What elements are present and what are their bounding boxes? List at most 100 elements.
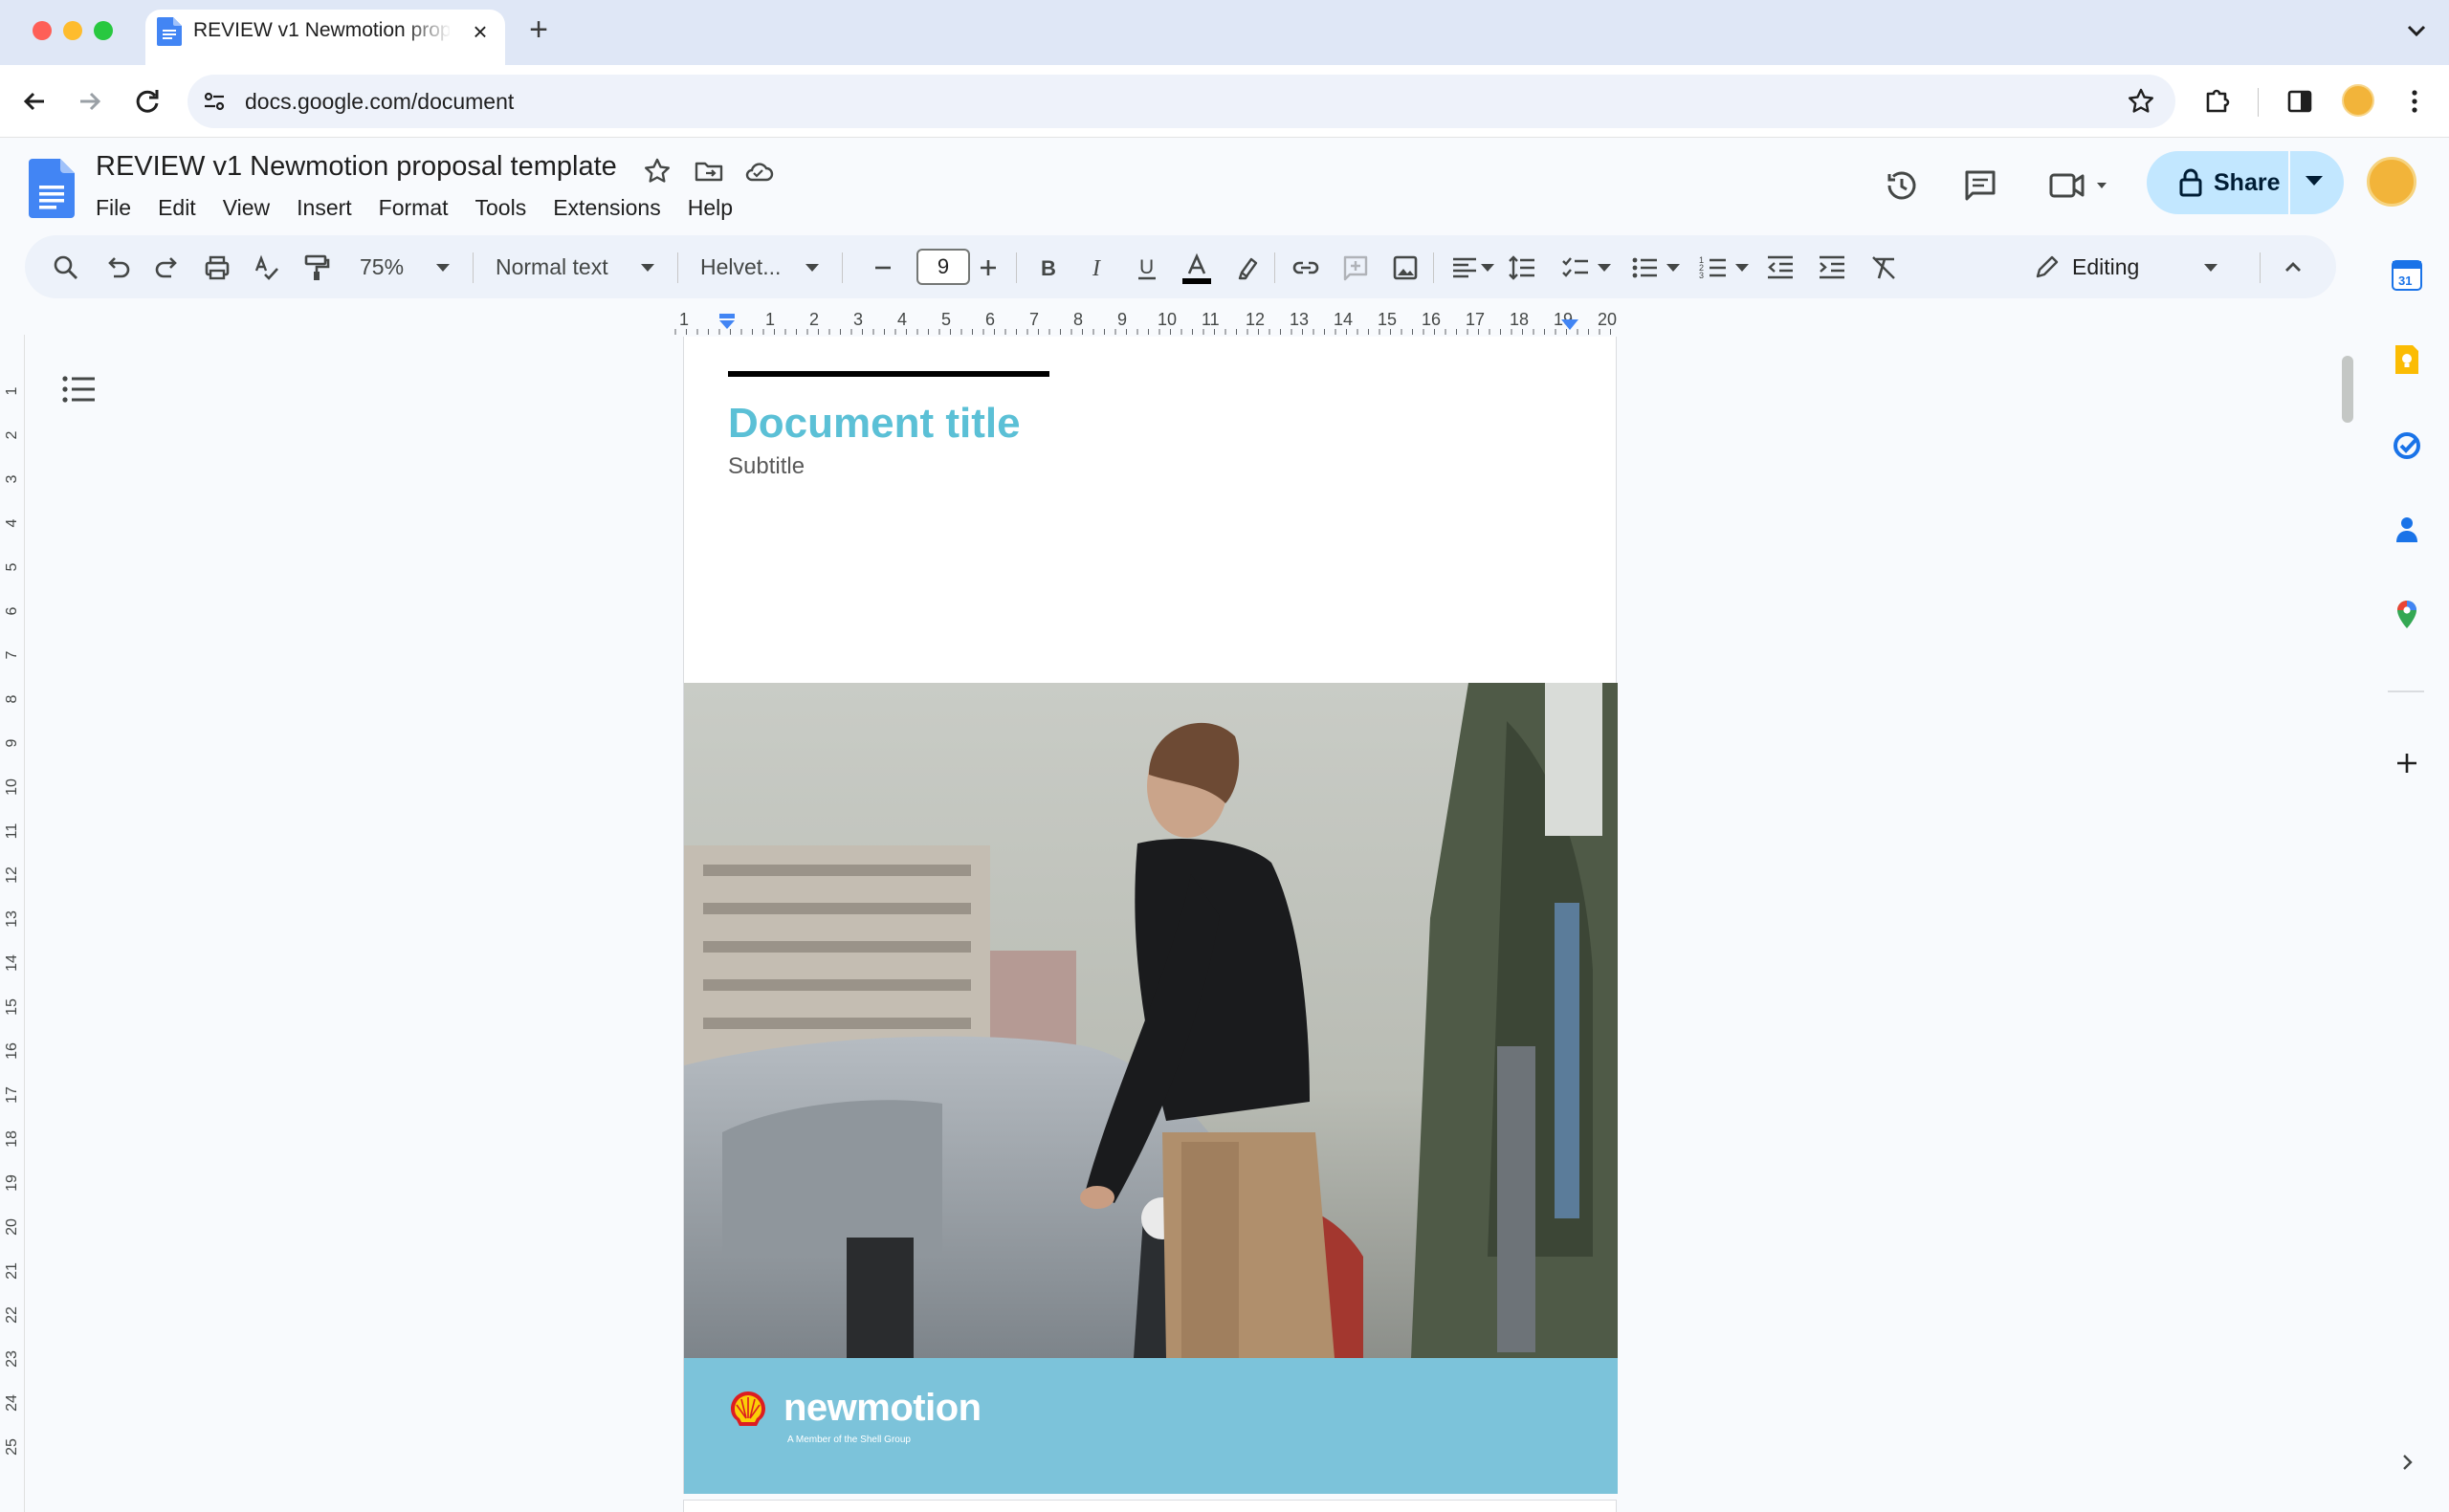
menu-help[interactable]: Help (674, 191, 746, 224)
close-tab-icon[interactable]: × (467, 19, 494, 46)
site-settings-icon[interactable] (201, 88, 228, 115)
decrease-font-size-icon[interactable] (867, 252, 899, 284)
vertical-ruler[interactable]: 1 2 3 4 5 6 7 8 9 10 11 12 13 14 15 16 1… (0, 335, 25, 1512)
clear-formatting-icon[interactable] (1867, 252, 1900, 284)
font-caret-icon[interactable] (805, 264, 819, 272)
style-caret-icon[interactable] (641, 264, 654, 272)
decrease-indent-icon[interactable] (1764, 252, 1797, 284)
search-menus-icon[interactable] (50, 252, 82, 284)
contacts-icon[interactable] (2390, 513, 2424, 547)
google-docs-logo-icon[interactable] (29, 159, 75, 218)
browser-tab-active[interactable]: REVIEW v1 Newmotion proposal template × (145, 10, 505, 65)
menu-view[interactable]: View (210, 191, 283, 224)
ruler-mark: 19 (4, 1174, 20, 1192)
increase-font-size-icon[interactable] (972, 252, 1004, 284)
bookmark-star-icon[interactable] (2126, 86, 2156, 117)
insert-image-icon[interactable] (1389, 252, 1422, 284)
zoom-value[interactable]: 75% (360, 254, 404, 280)
forward-arrow-icon[interactable] (71, 82, 109, 121)
vertical-scrollbar[interactable] (2342, 356, 2353, 423)
document-heading[interactable]: Document title (728, 400, 1021, 448)
menu-extensions[interactable]: Extensions (540, 191, 674, 224)
back-arrow-icon[interactable] (15, 82, 54, 121)
menu-edit[interactable]: Edit (144, 191, 210, 224)
account-avatar[interactable] (2367, 157, 2416, 207)
align-caret-icon[interactable] (1481, 264, 1494, 272)
menu-format[interactable]: Format (365, 191, 462, 224)
ruler-mark: 22 (4, 1306, 20, 1324)
paint-format-icon[interactable] (300, 252, 333, 284)
chevron-down-icon[interactable] (2401, 13, 2432, 48)
document-outline-icon[interactable] (59, 373, 99, 405)
keep-icon[interactable] (2390, 342, 2424, 377)
menu-tools[interactable]: Tools (462, 191, 541, 224)
new-tab-button[interactable]: + (524, 13, 553, 48)
close-window-button[interactable] (33, 21, 52, 40)
bulleted-list-caret-icon[interactable] (1666, 264, 1680, 272)
text-color-icon[interactable] (1180, 252, 1213, 288)
editing-mode-select[interactable]: Editing (2072, 254, 2139, 280)
document-page[interactable]: Document title Subtitle newmotion A Memb… (683, 337, 1618, 1494)
side-panel-icon[interactable] (2281, 82, 2319, 121)
add-comment-icon[interactable] (1339, 252, 1372, 284)
insert-link-icon[interactable] (1290, 252, 1322, 284)
horizontal-ruler[interactable]: 1 1 2 3 4 5 6 7 8 9 10 11 12 13 14 15 16… (670, 308, 1619, 335)
extensions-puzzle-icon[interactable] (2198, 82, 2237, 121)
ruler-mark: 7 (1029, 310, 1040, 329)
calendar-icon[interactable]: 31 (2390, 258, 2424, 293)
bulleted-list-icon[interactable] (1628, 252, 1661, 284)
add-addon-icon[interactable] (2390, 746, 2424, 780)
document-subtitle[interactable]: Subtitle (728, 453, 805, 480)
numbered-list-icon[interactable]: 123 (1697, 252, 1730, 284)
document-title[interactable]: REVIEW v1 Newmotion proposal template (96, 151, 617, 183)
star-icon[interactable] (641, 155, 673, 187)
version-history-icon[interactable] (1881, 164, 1923, 207)
bold-icon[interactable]: B (1031, 252, 1064, 284)
browser-tab-bar: REVIEW v1 Newmotion proposal template × … (0, 0, 2449, 65)
move-folder-icon[interactable] (693, 155, 725, 187)
underline-icon[interactable]: U (1131, 252, 1163, 284)
zoom-caret-icon[interactable] (436, 264, 450, 272)
menu-insert[interactable]: Insert (283, 191, 365, 224)
paragraph-style-select[interactable]: Normal text (496, 254, 608, 280)
reload-icon[interactable] (128, 82, 166, 121)
svg-text:I: I (1092, 256, 1101, 281)
highlight-color-icon[interactable] (1230, 252, 1263, 284)
cloud-saved-icon[interactable] (742, 155, 775, 187)
redo-icon[interactable] (151, 252, 184, 284)
browser-profile-avatar[interactable] (2342, 84, 2374, 117)
tasks-icon[interactable] (2390, 428, 2424, 463)
line-spacing-icon[interactable] (1506, 252, 1538, 284)
share-button[interactable]: Share (2147, 151, 2288, 214)
font-size-input[interactable]: 9 (916, 249, 970, 285)
ruler-mark: 6 (985, 310, 996, 329)
comments-icon[interactable] (1959, 164, 2001, 207)
ruler-mark: 12 (4, 866, 20, 884)
print-icon[interactable] (201, 252, 233, 284)
undo-icon[interactable] (101, 252, 134, 284)
chevron-right-icon[interactable] (2394, 1448, 2422, 1477)
minimize-window-button[interactable] (63, 21, 82, 40)
align-left-icon[interactable] (1448, 252, 1481, 284)
meet-video-icon[interactable] (2045, 164, 2112, 207)
share-dropdown-button[interactable] (2290, 151, 2344, 214)
maximize-window-button[interactable] (94, 21, 113, 40)
menu-file[interactable]: File (82, 191, 144, 224)
address-bar[interactable]: docs.google.com/document (188, 75, 2175, 128)
checklist-icon[interactable] (1559, 252, 1592, 284)
spellcheck-icon[interactable] (251, 252, 283, 284)
numbered-list-caret-icon[interactable] (1735, 264, 1749, 272)
more-options-icon[interactable] (2395, 82, 2434, 121)
right-indent-marker-icon[interactable] (1561, 319, 1578, 331)
increase-indent-icon[interactable] (1816, 252, 1848, 284)
font-family-select[interactable]: Helvet... (700, 254, 781, 280)
maps-icon[interactable] (2390, 597, 2424, 631)
left-indent-marker-icon[interactable] (717, 314, 737, 331)
chevron-up-icon[interactable] (2277, 252, 2309, 284)
checklist-caret-icon[interactable] (1598, 264, 1611, 272)
brand-banner: newmotion A Member of the Shell Group (684, 1358, 1618, 1494)
pencil-icon[interactable] (2030, 252, 2063, 284)
italic-icon[interactable]: I (1081, 252, 1114, 284)
cover-photo-ev-charging[interactable] (684, 683, 1618, 1358)
editing-mode-caret-icon[interactable] (2204, 264, 2217, 272)
